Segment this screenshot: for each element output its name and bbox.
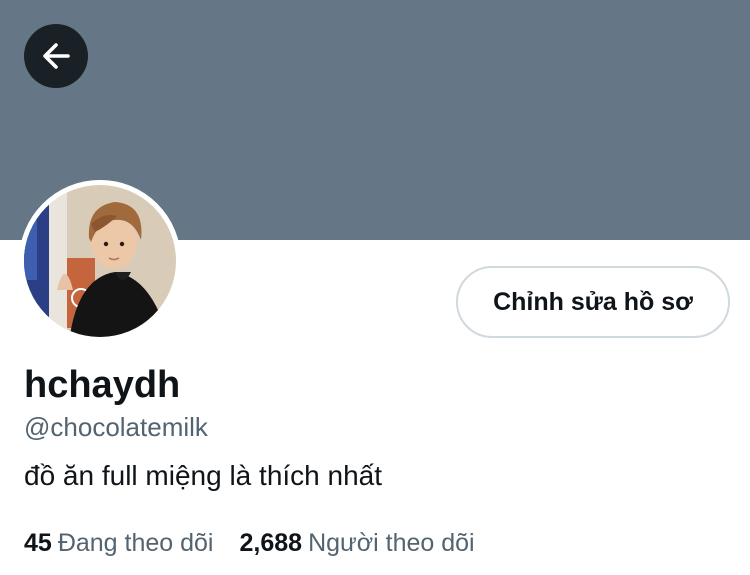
- followers-label: Người theo dõi: [308, 529, 475, 557]
- profile-page: Chỉnh sửa hồ sơ hchaydh @chocolatemilk đ…: [0, 0, 750, 575]
- followers-count: 2,688: [239, 529, 303, 557]
- followers-stat[interactable]: 2,688 Người theo dõi: [240, 526, 475, 560]
- follow-stats: 45 Đang theo dõi 2,688 Người theo dõi: [24, 526, 475, 560]
- display-name: hchaydh: [24, 364, 181, 406]
- arrow-left-icon: [38, 38, 74, 74]
- edit-profile-button[interactable]: Chỉnh sửa hồ sơ: [456, 266, 730, 338]
- avatar[interactable]: [19, 180, 181, 342]
- following-stat[interactable]: 45 Đang theo dõi: [24, 526, 214, 560]
- edit-profile-label: Chỉnh sửa hồ sơ: [493, 287, 693, 316]
- user-handle: @chocolatemilk: [24, 412, 208, 442]
- profile-bio: đồ ăn full miệng là thích nhất: [24, 460, 383, 491]
- following-label: Đang theo dõi: [57, 529, 214, 557]
- following-count: 45: [24, 529, 52, 557]
- back-button[interactable]: [24, 24, 88, 88]
